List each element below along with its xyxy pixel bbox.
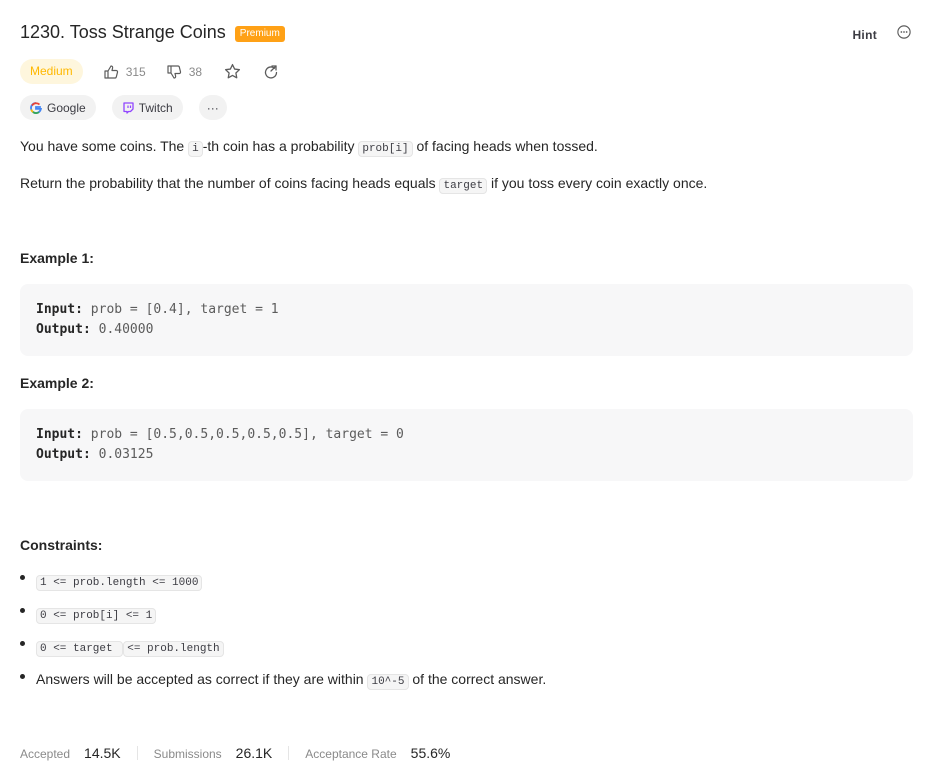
inline-code: i: [188, 141, 203, 157]
example-2-heading: Example 2:: [20, 375, 94, 391]
output-label: Output:: [36, 447, 91, 462]
example-2-block: Input: prob = [0.5,0.5,0.5,0.5,0.5], tar…: [20, 409, 913, 481]
text: Answers will be accepted as correct if t…: [36, 671, 368, 687]
tag-label: Twitch: [138, 100, 173, 115]
thumbs-down-icon: [167, 64, 181, 79]
stat-accepted: Accepted 14.5K: [20, 745, 121, 761]
share-button[interactable]: [263, 64, 279, 80]
stats-bar: Accepted 14.5K Submissions 26.1K Accepta…: [20, 745, 450, 761]
more-tags-button[interactable]: ···: [198, 95, 227, 120]
divider: [288, 746, 290, 760]
inline-code: prob[i]: [358, 141, 413, 157]
input-label: Input:: [36, 302, 83, 317]
constraint-item: 0 <= target <= prob.length: [20, 638, 224, 657]
problem-title: 1230. Toss Strange Coins: [20, 22, 226, 42]
inline-code: 10^-5: [367, 674, 409, 690]
stat-label: Acceptance Rate: [305, 747, 397, 761]
input-value: prob = [0.5,0.5,0.5,0.5,0.5], target = 0: [82, 427, 404, 442]
constraints-heading: Constraints:: [20, 537, 103, 553]
example-1-heading: Example 1:: [20, 250, 94, 266]
constraint-item: 0 <= prob[i] <= 1: [20, 605, 157, 624]
bullet: [20, 640, 25, 646]
inline-code: <= prob.length: [123, 641, 224, 657]
star-icon: [225, 63, 241, 79]
inline-code: target: [439, 178, 488, 194]
output-value: 0.03125: [90, 447, 154, 462]
difficulty-badge: Medium: [20, 59, 83, 84]
text: -th coin has a probability: [202, 138, 359, 154]
tag-google[interactable]: Google: [20, 95, 96, 120]
output-label: Output:: [36, 322, 91, 337]
more-options-icon[interactable]: [897, 25, 911, 44]
example-input-line: Input: prob = [0.5,0.5,0.5,0.5,0.5], tar…: [36, 427, 404, 442]
like-button[interactable]: 315: [103, 64, 146, 80]
example-output-line: Output: 0.03125: [36, 447, 153, 462]
share-icon: [264, 64, 278, 79]
stat-value: 14.5K: [84, 745, 121, 761]
top-right-actions: Hint: [852, 25, 911, 44]
twitch-icon: [123, 101, 134, 114]
like-count: 315: [125, 64, 146, 79]
divider: [136, 746, 138, 760]
text: of facing heads when tossed.: [412, 138, 598, 154]
input-label: Input:: [36, 427, 83, 442]
text: of the correct answer.: [408, 671, 547, 687]
tag-twitch[interactable]: Twitch: [111, 95, 183, 120]
stat-value: 55.6%: [410, 745, 451, 761]
stat-submissions: Submissions 26.1K: [154, 745, 273, 761]
inline-code: 0 <= prob[i] <= 1: [36, 608, 157, 624]
dislike-button[interactable]: 38: [166, 64, 202, 80]
example-1-block: Input: prob = [0.4], target = 1 Output: …: [20, 284, 913, 356]
constraint-item: 1 <= prob.length <= 1000: [20, 572, 203, 591]
input-value: prob = [0.4], target = 1: [82, 302, 279, 317]
premium-badge: Premium: [234, 25, 285, 42]
meta-row: Medium 315 38: [20, 59, 279, 84]
text: if you toss every coin exactly once.: [487, 175, 708, 191]
text: You have some coins. The: [20, 138, 189, 154]
description-paragraph-2: Return the probability that the number o…: [20, 173, 707, 196]
company-tags: Google Twitch ···: [20, 95, 227, 120]
output-value: 0.40000: [90, 322, 154, 337]
tag-label: Google: [47, 100, 86, 115]
google-icon: [30, 101, 42, 114]
thumbs-up-icon: [104, 64, 118, 79]
bullet: [20, 574, 25, 580]
inline-code: 0 <= target: [36, 641, 124, 657]
stat-label: Submissions: [153, 747, 222, 761]
stat-acceptance-rate: Acceptance Rate 55.6%: [305, 745, 450, 761]
dislike-count: 38: [188, 64, 203, 79]
constraint-item: Answers will be accepted as correct if t…: [20, 671, 547, 690]
text: Return the probability that the number o…: [20, 175, 440, 191]
bullet: [20, 607, 25, 613]
favorite-button[interactable]: [224, 63, 241, 80]
example-output-line: Output: 0.40000: [36, 322, 153, 337]
example-input-line: Input: prob = [0.4], target = 1: [36, 302, 279, 317]
hint-button[interactable]: Hint: [852, 28, 877, 42]
stat-value: 26.1K: [235, 745, 273, 761]
description-paragraph-1: You have some coins. The i -th coin has a…: [20, 136, 598, 159]
stat-label: Accepted: [20, 747, 71, 761]
bullet: [20, 673, 25, 679]
inline-code: 1 <= prob.length <= 1000: [36, 575, 203, 591]
title-row: 1230. Toss Strange Coins Premium: [20, 22, 285, 43]
